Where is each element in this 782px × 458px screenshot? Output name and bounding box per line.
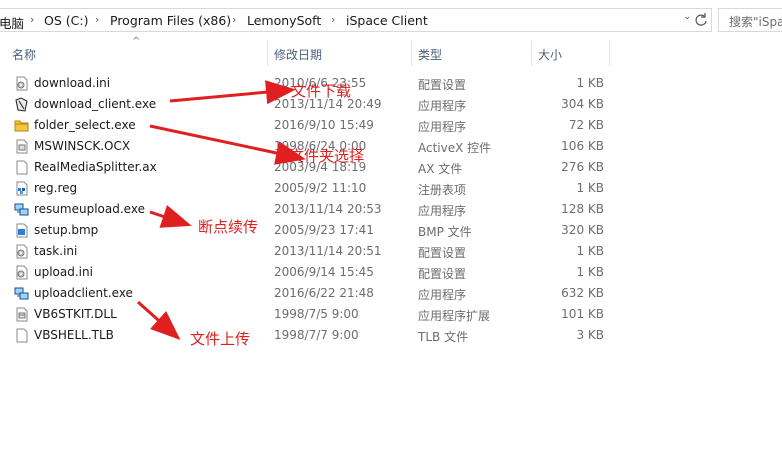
- arrow-download-client: [169, 80, 296, 105]
- annotation-folder-select: 文件夹选择: [289, 147, 365, 165]
- annotation-arrows: [136, 80, 306, 341]
- annotation-upload: 文件上传: [190, 330, 251, 348]
- arrow-resumeupload: [149, 205, 192, 228]
- arrow-folder-select: [149, 124, 306, 165]
- annotation-download: 文件下载: [291, 82, 352, 100]
- annotation-resume: 断点续传: [198, 218, 259, 236]
- arrow-uploadclient: [136, 300, 181, 341]
